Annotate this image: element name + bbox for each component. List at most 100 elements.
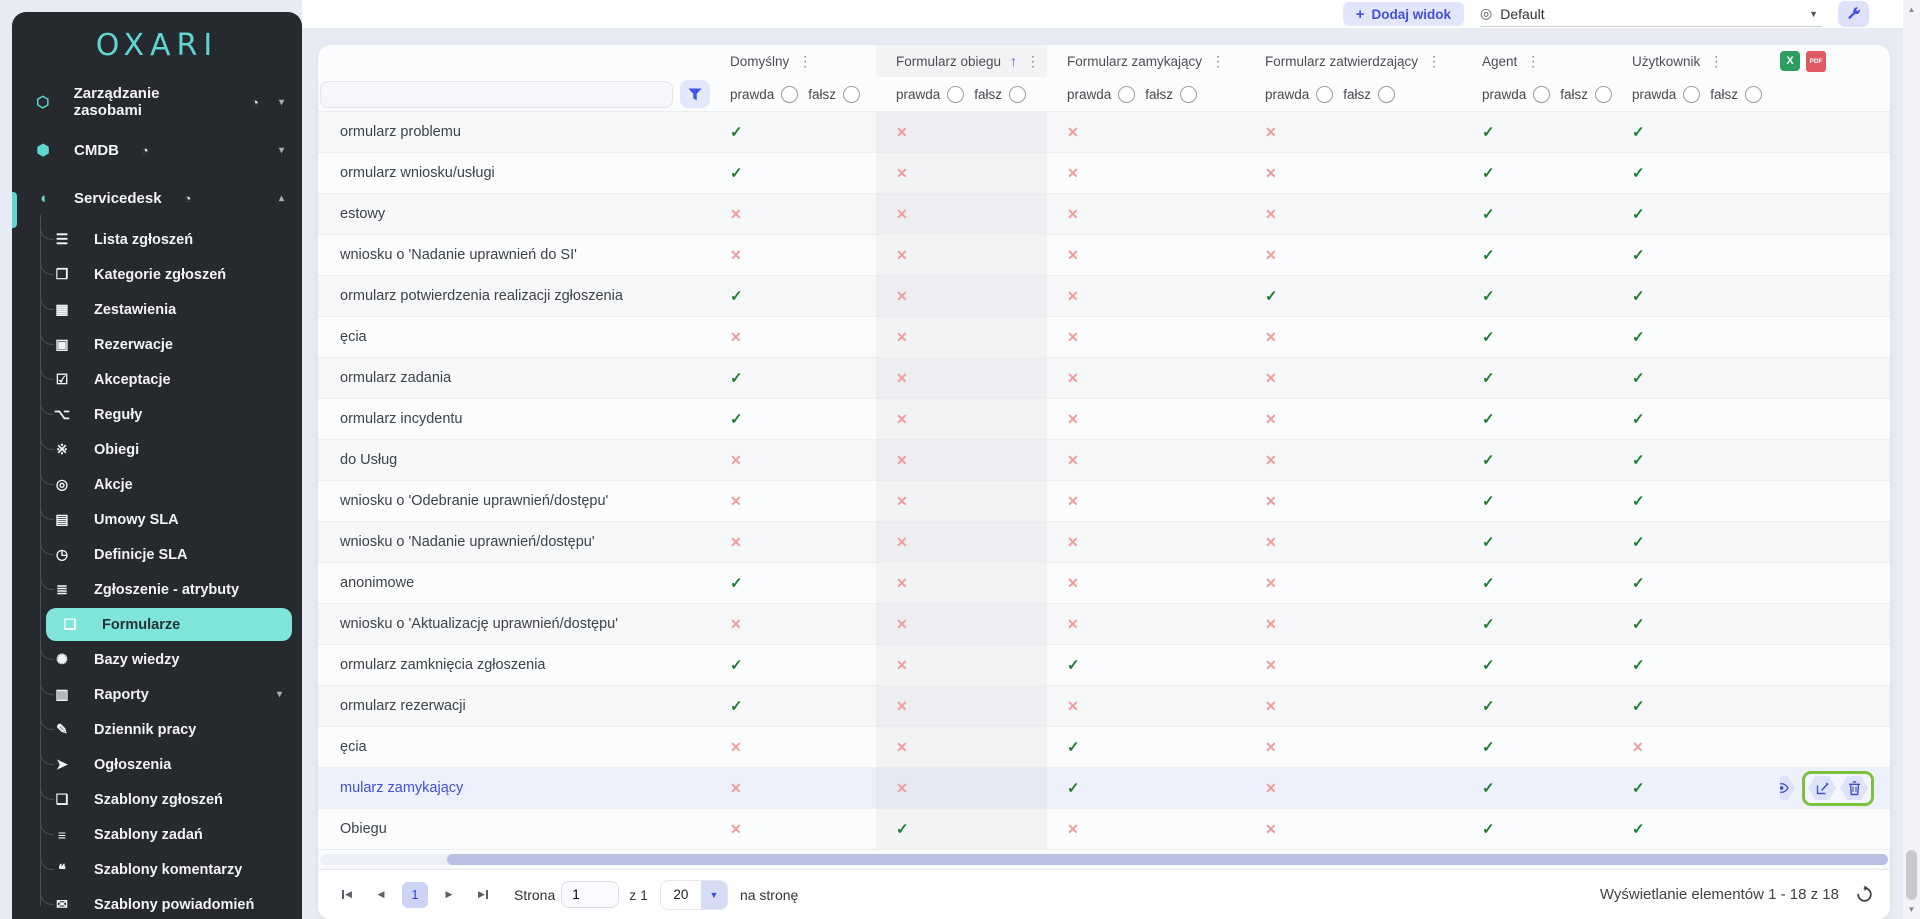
table-row[interactable]: ormularz incydentu✓✕✕✕✓✓ bbox=[318, 399, 1890, 440]
next-page-button[interactable]: ▶ bbox=[436, 882, 462, 908]
sidebar-item-szablony-zadań[interactable]: ≡Szablony zadań bbox=[12, 817, 302, 852]
table-row[interactable]: ormularz zadania✓✕✕✕✓✓ bbox=[318, 358, 1890, 399]
sidebar-item-akcje[interactable]: ◎Akcje bbox=[12, 467, 302, 502]
table-row[interactable]: ęcia✕✕✕✕✓✓ bbox=[318, 317, 1890, 358]
sidebar-item-zestawienia[interactable]: ▦Zestawienia bbox=[12, 292, 302, 327]
column-menu-icon[interactable]: ⋮ bbox=[1526, 53, 1540, 70]
vertical-scrollbar[interactable]: ▲ ▼ bbox=[1903, 0, 1920, 919]
sidebar-item-formularze[interactable]: ❑Formularze bbox=[46, 608, 292, 641]
column-menu-icon[interactable]: ⋮ bbox=[1709, 53, 1723, 70]
sidebar-section-servicedesk[interactable]: ◖Servicedesk◔▴ bbox=[12, 174, 302, 222]
table-row[interactable]: ormularz problemu✓✕✕✕✓✓ bbox=[318, 112, 1890, 153]
last-page-button[interactable]: ▶ bbox=[470, 882, 496, 908]
template-doc-icon: ❏ bbox=[52, 791, 72, 808]
first-page-button[interactable]: ◀ bbox=[334, 882, 360, 908]
table-row[interactable]: ormularz zamknięcia zgłoszenia✓✕✓✕✓✓ bbox=[318, 645, 1890, 686]
sidebar-item-kategorie-zgłoszeń[interactable]: ❐Kategorie zgłoszeń bbox=[12, 257, 302, 292]
false-radio[interactable] bbox=[843, 86, 860, 103]
table-row[interactable]: estowy✕✕✕✕✓✓ bbox=[318, 194, 1890, 235]
sidebar-item-zgłoszenie-atrybuty[interactable]: ≣Zgłoszenie - atrybuty bbox=[12, 572, 302, 607]
boolean-cell: ✕ bbox=[710, 235, 876, 275]
sidebar-item-reguły[interactable]: ⌥Reguły bbox=[12, 397, 302, 432]
sidebar-item-bazy-wiedzy[interactable]: ✺Bazy wiedzy bbox=[12, 642, 302, 677]
check-icon: ✓ bbox=[1632, 779, 1645, 797]
horizontal-scrollbar[interactable] bbox=[320, 854, 1888, 865]
column-menu-icon[interactable]: ⋮ bbox=[1427, 53, 1441, 70]
column-menu-icon[interactable]: ⋮ bbox=[1026, 53, 1040, 70]
false-radio[interactable] bbox=[1009, 86, 1026, 103]
previous-page-button[interactable]: ◀ bbox=[368, 882, 394, 908]
table-row[interactable]: wniosku o 'Odebranie uprawnień/dostępu'✕… bbox=[318, 481, 1890, 522]
true-radio[interactable] bbox=[1118, 86, 1135, 103]
delete-row-button[interactable] bbox=[1840, 776, 1868, 801]
view-row-button[interactable] bbox=[1780, 776, 1795, 801]
column-header-6[interactable]: Użytkownik⋮ bbox=[1612, 45, 1780, 77]
page-1-button[interactable]: 1 bbox=[402, 882, 428, 908]
sidebar-item-lista-zgłoszeń[interactable]: ☰Lista zgłoszeń bbox=[12, 222, 302, 257]
true-radio[interactable] bbox=[947, 86, 964, 103]
sidebar-item-szablony-zgłoszeń[interactable]: ❏Szablony zgłoszeń bbox=[12, 782, 302, 817]
sidebar-section-cmdb[interactable]: ⬢CMDB◔▾ bbox=[12, 126, 302, 174]
row-name: wniosku o 'Nadanie uprawnień/dostępu' bbox=[338, 534, 595, 550]
filter-funnel-button[interactable] bbox=[680, 80, 710, 108]
sidebar-item-akceptacje[interactable]: ☑Akceptacje bbox=[12, 362, 302, 397]
settings-wrench-button[interactable] bbox=[1838, 1, 1869, 27]
true-radio[interactable] bbox=[1533, 86, 1550, 103]
sidebar-item-umowy-sla[interactable]: ▤Umowy SLA bbox=[12, 502, 302, 537]
true-radio[interactable] bbox=[781, 86, 798, 103]
false-radio[interactable] bbox=[1745, 86, 1762, 103]
add-view-button[interactable]: + Dodaj widok bbox=[1343, 2, 1464, 26]
scroll-down-icon[interactable]: ▼ bbox=[1903, 905, 1920, 914]
tree-branch-connector bbox=[40, 705, 54, 730]
true-radio[interactable] bbox=[1316, 86, 1333, 103]
horizontal-scrollbar-thumb[interactable] bbox=[447, 854, 1888, 865]
sidebar-item-definicje-sla[interactable]: ◷Definicje SLA bbox=[12, 537, 302, 572]
column-header-1[interactable]: Domyślny⋮ bbox=[710, 45, 876, 77]
sidebar-section-zarz-dzanie-zasobami[interactable]: ⬡Zarządzanie zasobami◔▾ bbox=[12, 78, 302, 126]
sidebar-item-dziennik-pracy[interactable]: ✎Dziennik pracy bbox=[12, 712, 302, 747]
column-header-3[interactable]: Formularz zamykający⋮ bbox=[1047, 45, 1245, 77]
false-radio[interactable] bbox=[1180, 86, 1197, 103]
column-header-5[interactable]: Agent⋮ bbox=[1462, 45, 1612, 77]
sidebar-item-label: Ogłoszenia bbox=[94, 757, 171, 773]
view-selector[interactable]: ◎ Default ▼ bbox=[1480, 1, 1822, 27]
page-size-select[interactable]: 20 ▼ bbox=[660, 880, 728, 910]
column-menu-icon[interactable]: ⋮ bbox=[1211, 53, 1225, 70]
table-row[interactable]: anonimowe✓✕✕✕✓✓ bbox=[318, 563, 1890, 604]
edit-row-button[interactable] bbox=[1808, 776, 1836, 801]
table-row[interactable]: ormularz rezerwacji✓✕✕✕✓✓ bbox=[318, 686, 1890, 727]
boolean-cell: ✓ bbox=[1047, 645, 1245, 685]
boolean-cell: ✕ bbox=[876, 317, 1047, 357]
row-name-link[interactable]: mularz zamykający bbox=[338, 780, 463, 796]
table-row[interactable]: wniosku o 'Aktualizację uprawnień/dostęp… bbox=[318, 604, 1890, 645]
false-radio[interactable] bbox=[1378, 86, 1395, 103]
name-filter-input[interactable] bbox=[320, 81, 673, 108]
table-row[interactable]: ormularz wniosku/usługi✓✕✕✕✓✓ bbox=[318, 153, 1890, 194]
false-radio[interactable] bbox=[1595, 86, 1612, 103]
column-header-2[interactable]: Formularz obiegu↑⋮ bbox=[876, 45, 1047, 77]
sidebar-item-rezerwacje[interactable]: ▣Rezerwacje bbox=[12, 327, 302, 362]
table-row[interactable]: ęcia✕✕✓✕✓✕ bbox=[318, 727, 1890, 768]
boolean-cell: ✓ bbox=[1612, 522, 1780, 562]
table-row[interactable]: ormularz potwierdzenia realizacji zgłosz… bbox=[318, 276, 1890, 317]
vertical-scrollbar-thumb[interactable] bbox=[1906, 850, 1917, 900]
export-excel-button[interactable]: X bbox=[1780, 51, 1800, 71]
cross-icon: ✕ bbox=[730, 534, 742, 551]
sidebar-item-obiegi[interactable]: ※Obiegi bbox=[12, 432, 302, 467]
true-radio[interactable] bbox=[1683, 86, 1700, 103]
table-row[interactable]: do Usług✕✕✕✕✓✓ bbox=[318, 440, 1890, 481]
table-row[interactable]: wniosku o 'Nadanie uprawnień do SI'✕✕✕✕✓… bbox=[318, 235, 1890, 276]
column-menu-icon[interactable]: ⋮ bbox=[798, 53, 812, 70]
table-row[interactable]: Obiegu✕✓✕✕✓✓ bbox=[318, 809, 1890, 850]
refresh-icon[interactable] bbox=[1855, 885, 1874, 904]
table-row[interactable]: wniosku o 'Nadanie uprawnień/dostępu'✕✕✕… bbox=[318, 522, 1890, 563]
sidebar-item-ogłoszenia[interactable]: ➤Ogłoszenia bbox=[12, 747, 302, 782]
column-header-4[interactable]: Formularz zatwierdzający⋮ bbox=[1245, 45, 1462, 77]
sidebar-item-szablony-powiadomień[interactable]: ✉Szablony powiadomień bbox=[12, 887, 302, 919]
table-row[interactable]: mularz zamykający✕✕✓✕✓✓ bbox=[318, 768, 1890, 809]
sidebar-item-szablony-komentarzy[interactable]: ❝Szablony komentarzy bbox=[12, 852, 302, 887]
page-number-input[interactable] bbox=[561, 881, 619, 908]
scroll-up-icon[interactable]: ▲ bbox=[1903, 5, 1920, 14]
sidebar-item-raporty[interactable]: ▥Raporty▾ bbox=[12, 677, 302, 712]
export-pdf-button[interactable]: PDF bbox=[1806, 51, 1826, 72]
